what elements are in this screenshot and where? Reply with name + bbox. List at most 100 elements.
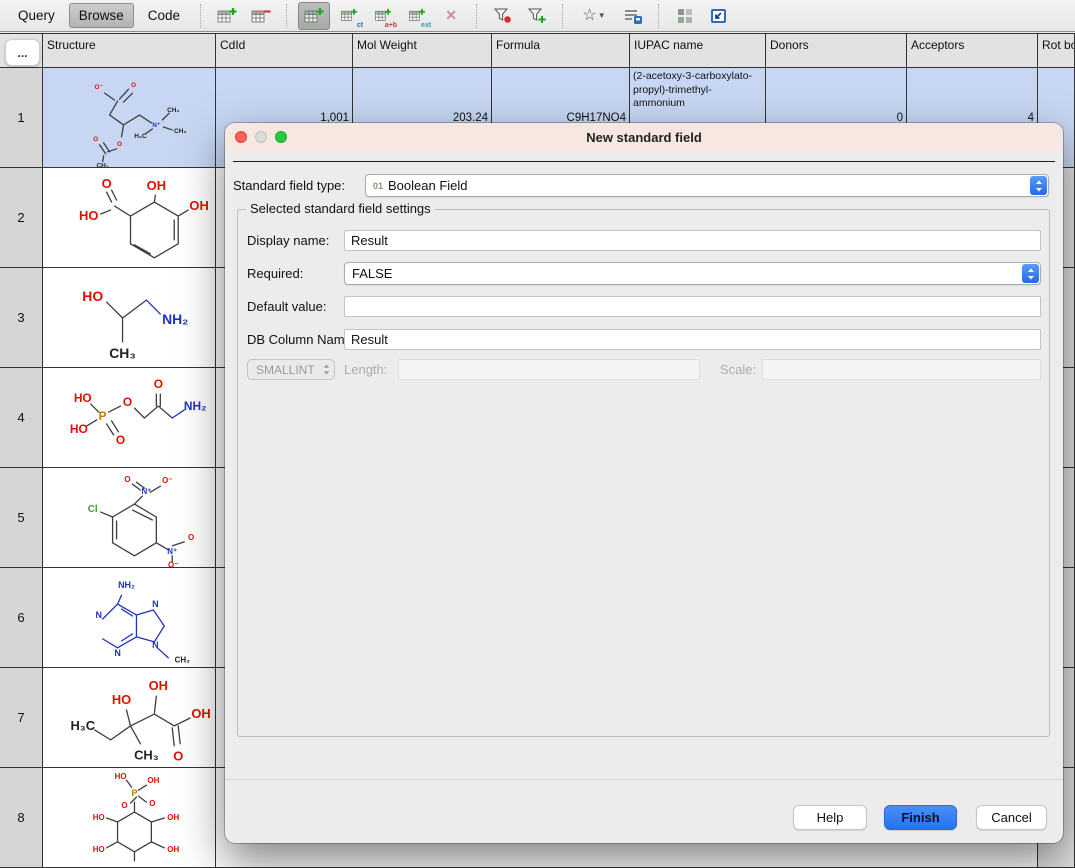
column-header-formula[interactable]: Formula	[492, 33, 630, 68]
toolbar-separator	[286, 4, 288, 28]
svg-text:O: O	[149, 799, 155, 808]
svg-text:OH: OH	[191, 706, 210, 721]
row-number[interactable]: 1	[0, 68, 43, 168]
length-input	[398, 359, 700, 380]
structure-cell[interactable]: HO HO P O O O NH₂	[43, 368, 216, 468]
display-name-label: Display name:	[247, 233, 329, 248]
default-value-input[interactable]	[344, 296, 1041, 317]
svg-text:CH₃: CH₃	[96, 162, 108, 167]
svg-text:N: N	[152, 639, 158, 649]
new-standard-field-icon[interactable]	[298, 2, 330, 30]
tab-code[interactable]: Code	[138, 3, 190, 28]
column-header-mol-weight[interactable]: Mol Weight	[353, 33, 492, 68]
required-label: Required:	[247, 266, 303, 281]
dihydroxy-methylpentanoic-acid-structure: H₃C OH HO OH CH₃ O	[43, 668, 215, 768]
chloro-dinitrobenzene-structure: Cl N⁺ O O⁻ N⁺ O O⁻	[43, 468, 215, 568]
svg-text:CH₃: CH₃	[167, 107, 179, 114]
new-chemical-terms-field-icon[interactable]: ct	[334, 3, 364, 29]
svg-text:NH₂: NH₂	[118, 580, 135, 590]
dialog-titlebar[interactable]: New standard field	[225, 123, 1063, 151]
column-header-acceptors[interactable]: Acceptors	[907, 33, 1038, 68]
ethyladenine-structure: N N N N NH₂ CH₃	[43, 568, 215, 668]
group-title: Selected standard field settings	[246, 201, 435, 216]
add-field-icon[interactable]	[212, 3, 242, 29]
svg-text:HO: HO	[82, 288, 103, 304]
structure-cell[interactable]: H₃C OH HO OH CH₃ O	[43, 668, 216, 768]
aminopropanol-structure: HO NH₂ CH₃	[43, 268, 215, 368]
svg-text:O: O	[93, 135, 98, 142]
filter-current-icon[interactable]	[488, 3, 518, 29]
svg-text:O: O	[124, 475, 130, 484]
help-button[interactable]: Help	[793, 805, 867, 830]
svg-text:OH: OH	[147, 178, 166, 193]
delete-icon[interactable]: ✕	[436, 3, 466, 29]
scale-label: Scale:	[720, 362, 756, 377]
svg-text:O: O	[121, 801, 127, 810]
new-calculated-field-icon[interactable]: a+b	[368, 3, 398, 29]
column-header-cdid[interactable]: CdId	[216, 33, 353, 68]
db-type-select[interactable]: SMALLINT	[247, 359, 335, 380]
row-number[interactable]: 5	[0, 468, 43, 568]
structure-cell[interactable]: HO NH₂ CH₃	[43, 268, 216, 368]
filter-add-icon[interactable]	[522, 3, 552, 29]
db-column-input[interactable]	[344, 329, 1041, 350]
row-number[interactable]: 4	[0, 368, 43, 468]
svg-text:N: N	[95, 610, 101, 620]
table-plus-icon	[217, 7, 237, 25]
table-plus-icon	[340, 8, 358, 23]
row-number[interactable]: 8	[0, 768, 43, 868]
svg-text:N: N	[114, 647, 120, 657]
cancel-button[interactable]: Cancel	[976, 805, 1047, 830]
structure-cell[interactable]: N N N N NH₂ CH₃	[43, 568, 216, 668]
favorites-dropdown[interactable]: ☆ ▼	[574, 3, 614, 29]
svg-text:HO: HO	[112, 692, 131, 707]
svg-text:O: O	[123, 395, 132, 409]
column-header-donors[interactable]: Donors	[766, 33, 907, 68]
svg-text:CH₃: CH₃	[134, 747, 159, 762]
svg-text:CH₃: CH₃	[174, 127, 186, 134]
structure-cell[interactable]: O⁻ O N⁺ CH₃ CH₃ H₃C O O CH₃	[43, 68, 216, 168]
row-number[interactable]: 2	[0, 168, 43, 268]
new-extra-field-icon[interactable]: ext	[402, 3, 432, 29]
svg-text:O: O	[131, 82, 136, 89]
svg-text:Cl: Cl	[88, 504, 98, 515]
svg-text:P: P	[99, 408, 107, 422]
tab-browse[interactable]: Browse	[69, 3, 134, 28]
stepper-icon[interactable]	[1022, 264, 1039, 283]
window-controls	[235, 131, 287, 143]
svg-text:N⁺: N⁺	[152, 121, 160, 128]
svg-text:OH: OH	[147, 776, 159, 785]
row-number[interactable]: 7	[0, 668, 43, 768]
structure-cell[interactable]: HO OH P O O HO OH HO OH	[43, 768, 216, 868]
structure-cell[interactable]: Cl N⁺ O O⁻ N⁺ O O⁻	[43, 468, 216, 568]
structure-cell[interactable]: O HO OH OH	[43, 168, 216, 268]
finish-button[interactable]: Finish	[884, 805, 957, 830]
svg-text:O: O	[102, 176, 112, 191]
field-type-label: Standard field type:	[233, 178, 345, 193]
field-type-select[interactable]: 01 Boolean Field	[365, 174, 1049, 197]
close-window-icon[interactable]	[235, 131, 247, 143]
funnel-dot-icon	[493, 7, 513, 25]
tab-query[interactable]: Query	[8, 3, 65, 28]
stepper-icon[interactable]	[1030, 176, 1047, 195]
manage-views-icon[interactable]	[618, 3, 648, 29]
row-number[interactable]: 6	[0, 568, 43, 668]
zoom-window-icon[interactable]	[275, 131, 287, 143]
minimize-window-icon[interactable]	[255, 131, 267, 143]
table-options-button[interactable]: ...	[5, 39, 40, 66]
row-number[interactable]: 3	[0, 268, 43, 368]
column-header-rot-bonds[interactable]: Rot bonds	[1038, 33, 1075, 68]
remove-field-icon[interactable]	[246, 3, 276, 29]
layout-grid-icon[interactable]	[670, 3, 700, 29]
svg-text:N⁺: N⁺	[141, 487, 151, 496]
column-header-iupac[interactable]: IUPAC name	[630, 33, 766, 68]
table-plus-icon	[304, 7, 324, 25]
svg-text:HO: HO	[70, 421, 88, 435]
required-select[interactable]: FALSE	[344, 262, 1041, 285]
svg-text:OH: OH	[189, 198, 208, 213]
column-header-structure[interactable]: Structure	[43, 33, 216, 68]
svg-text:NH₂: NH₂	[184, 399, 207, 413]
length-label: Length:	[344, 362, 387, 377]
export-icon[interactable]	[704, 3, 734, 29]
display-name-input[interactable]	[344, 230, 1041, 251]
